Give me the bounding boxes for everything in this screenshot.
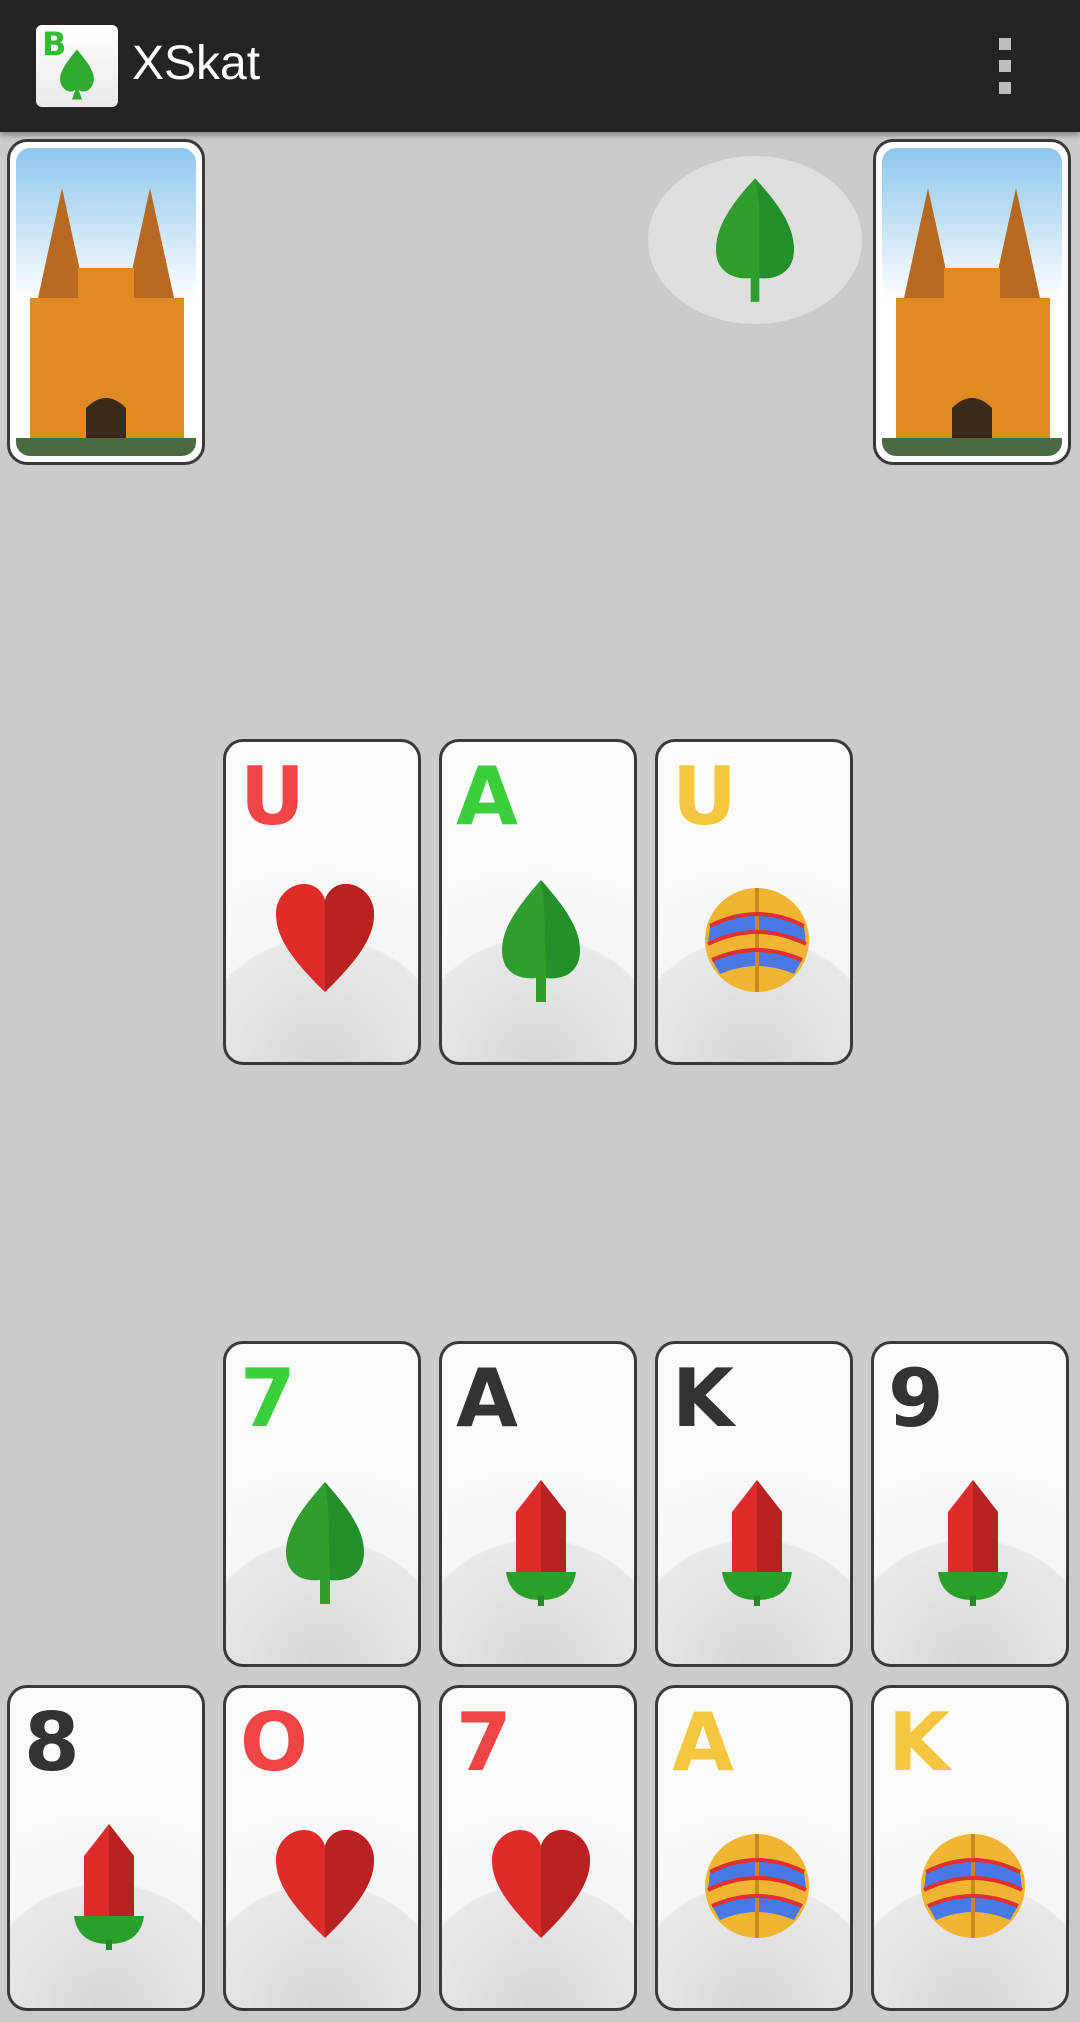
- trick-card-2[interactable]: A: [439, 739, 637, 1065]
- acorn-icon: [722, 1480, 792, 1606]
- card-rank: U: [672, 750, 737, 843]
- hand-card[interactable]: 7: [439, 1685, 637, 2011]
- acorn-icon: [506, 1480, 576, 1606]
- heart-icon: [276, 884, 374, 992]
- card-rank: 8: [24, 1696, 80, 1789]
- hand-card[interactable]: A: [439, 1341, 637, 1667]
- app-title: XSkat: [132, 37, 261, 90]
- hand-card[interactable]: 9: [871, 1341, 1069, 1667]
- leaf-icon: [716, 178, 794, 302]
- hand-card[interactable]: K: [655, 1341, 853, 1667]
- heart-icon: [492, 1830, 590, 1938]
- bell-icon: [921, 1834, 1025, 1938]
- overflow-menu-icon[interactable]: [985, 34, 1025, 98]
- card-rank: 7: [456, 1696, 512, 1789]
- app-bar: B XSkat: [0, 0, 1080, 132]
- leaf-icon: [502, 880, 580, 1002]
- hand-card[interactable]: 7: [223, 1341, 421, 1667]
- heart-icon: [276, 1830, 374, 1938]
- opponent-right-card-back: [873, 139, 1071, 465]
- card-rank: 9: [888, 1352, 944, 1445]
- card-rank: A: [672, 1696, 734, 1789]
- card-rank: 7: [240, 1352, 296, 1445]
- leaf-icon: [286, 1482, 364, 1604]
- trick-card-3[interactable]: U: [655, 739, 853, 1065]
- bell-icon: [705, 888, 809, 992]
- app-logo-icon: B: [36, 25, 118, 107]
- bell-icon: [705, 1834, 809, 1938]
- hand-card[interactable]: K: [871, 1685, 1069, 2011]
- hand-card[interactable]: O: [223, 1685, 421, 2011]
- card-rank: A: [456, 1352, 518, 1445]
- card-rank: U: [240, 750, 305, 843]
- trump-indicator: [648, 156, 862, 324]
- hand-card[interactable]: A: [655, 1685, 853, 2011]
- hand-card[interactable]: 8: [7, 1685, 205, 2011]
- trick-card-1[interactable]: U: [223, 739, 421, 1065]
- acorn-icon: [938, 1480, 1008, 1606]
- card-rank: K: [888, 1696, 950, 1789]
- card-rank: K: [672, 1352, 734, 1445]
- opponent-left-card-back: [7, 139, 205, 465]
- acorn-icon: [74, 1824, 144, 1950]
- card-rank: A: [456, 750, 518, 843]
- card-rank: O: [240, 1696, 309, 1789]
